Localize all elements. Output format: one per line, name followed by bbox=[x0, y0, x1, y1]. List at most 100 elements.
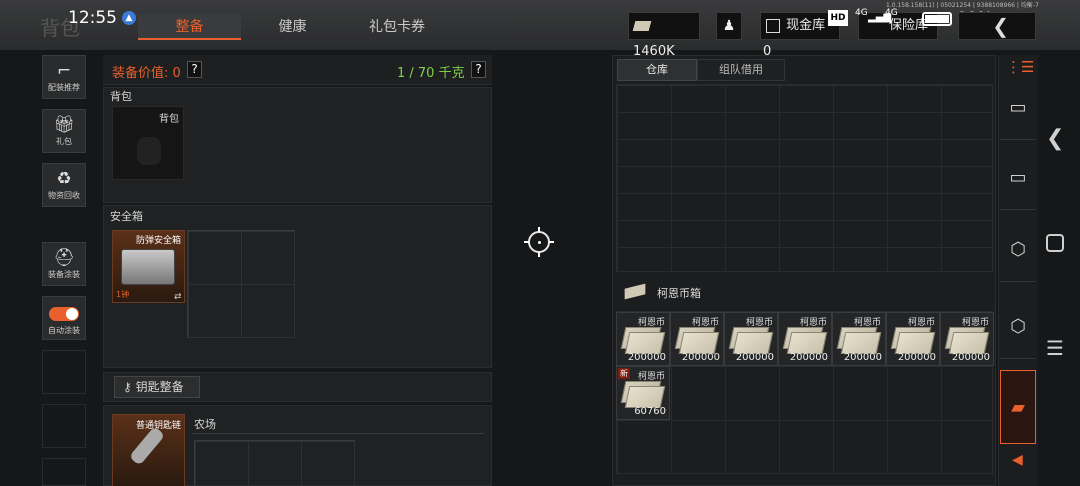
backpack-slot[interactable]: 背包 bbox=[112, 106, 184, 180]
coin-item[interactable]: 柯恩币 200000 bbox=[940, 312, 994, 366]
version-text: 1.0.158.158(11) | 05021254 | 9388108966 … bbox=[886, 2, 1039, 9]
coin-item[interactable]: 柯恩币 200000 bbox=[832, 312, 886, 366]
notification-icon: ▲ bbox=[122, 11, 136, 25]
empty-slot bbox=[42, 458, 86, 486]
grid-cell[interactable] bbox=[188, 231, 242, 285]
coin-name: 柯恩币 bbox=[691, 318, 719, 328]
key-section-bar: ⚷ 钥匙整备 bbox=[103, 372, 492, 402]
battery-icon bbox=[922, 12, 952, 26]
equipment-paint-button[interactable]: ⛑ 装备涂装 bbox=[42, 242, 86, 286]
material-recycle-label: 物资回收 bbox=[48, 191, 80, 200]
banknote-icon bbox=[632, 20, 652, 31]
grid-cell[interactable] bbox=[248, 441, 302, 486]
coin-amount: 200000 bbox=[681, 352, 720, 363]
new-badge: 新 bbox=[618, 368, 630, 379]
coin-amount: 200000 bbox=[735, 352, 774, 363]
cash-vault-label: 现金库 bbox=[786, 18, 826, 33]
trader-button[interactable]: ♟ bbox=[716, 12, 742, 40]
coin-name: 柯恩币 bbox=[853, 318, 881, 328]
tab-team-borrow[interactable]: 组队借用 bbox=[697, 59, 785, 81]
gun-icon: ⌐ bbox=[56, 61, 72, 81]
coin-amount: 200000 bbox=[843, 352, 882, 363]
coin-amount: 200000 bbox=[789, 352, 828, 363]
key-grid bbox=[194, 440, 355, 486]
coin-item[interactable]: 柯恩币 200000 bbox=[886, 312, 940, 366]
coin-name: 柯恩币 bbox=[745, 318, 773, 328]
coin-name: 柯恩币 bbox=[799, 318, 827, 328]
toggle-icon bbox=[49, 307, 79, 321]
key-map-line bbox=[192, 433, 484, 434]
rail-container-button[interactable]: ▭ bbox=[1000, 76, 1036, 140]
grid-cell[interactable] bbox=[195, 441, 249, 486]
tab-gift-cards[interactable]: 礼包卡券 bbox=[344, 14, 450, 40]
tab-health[interactable]: 健康 bbox=[241, 14, 344, 40]
system-menu-icon[interactable]: ☰ bbox=[1046, 336, 1064, 360]
gift-button[interactable]: 🎁︎ 礼包 bbox=[42, 109, 86, 153]
coin-name: 柯恩币 bbox=[637, 318, 665, 328]
warehouse-grid bbox=[616, 84, 993, 272]
rail-money-button[interactable]: ▰ bbox=[1000, 370, 1036, 444]
status-time: 12:55 bbox=[68, 8, 117, 28]
helmet-icon: ⛑ bbox=[53, 248, 75, 268]
key-icon: ⚷ bbox=[123, 380, 132, 394]
gift-label: 礼包 bbox=[56, 137, 72, 146]
crosshair-icon bbox=[524, 227, 554, 257]
grid-cell[interactable] bbox=[241, 284, 295, 338]
loadout-recommend-button[interactable]: ⌐ 配装推荐 bbox=[42, 55, 86, 99]
empty-slot bbox=[42, 404, 86, 448]
material-recycle-button[interactable]: ♻ 物资回收 bbox=[42, 163, 86, 207]
rail-box-button[interactable]: ⬡ bbox=[1000, 295, 1036, 359]
grid-cell[interactable] bbox=[241, 231, 295, 285]
container-icon: ▭ bbox=[1009, 97, 1027, 118]
signal-icon: ▂▄▆ bbox=[868, 12, 892, 23]
box-icon: ⬡ bbox=[1010, 239, 1026, 260]
equipment-paint-label: 装备涂装 bbox=[48, 270, 80, 279]
system-home-icon[interactable] bbox=[1046, 234, 1064, 252]
backpack-icon bbox=[137, 137, 161, 165]
coin-box-label: 柯恩币箱 bbox=[657, 287, 701, 300]
swap-icon[interactable]: ⇄ bbox=[174, 292, 182, 302]
container-icon: ▭ bbox=[1009, 167, 1027, 188]
backpack-slot-label: 背包 bbox=[159, 114, 179, 125]
coin-item[interactable]: 柯恩币 200000 bbox=[670, 312, 724, 366]
safe-box-icon bbox=[121, 249, 175, 285]
net-label-1: 4G bbox=[855, 8, 868, 18]
coin-name: 柯恩币 bbox=[637, 372, 665, 382]
money-icon: ▰ bbox=[1011, 397, 1025, 418]
rail-container-button[interactable]: ▭ bbox=[1000, 146, 1036, 210]
coin-item[interactable]: 柯恩币 200000 bbox=[778, 312, 832, 366]
key-outfit-button[interactable]: ⚷ 钥匙整备 bbox=[114, 376, 200, 398]
grid-cell[interactable] bbox=[301, 441, 355, 486]
key-map-label: 农场 bbox=[194, 418, 216, 431]
coin-name: 柯恩币 bbox=[907, 318, 935, 328]
coin-amount: 60760 bbox=[634, 406, 666, 417]
cash-vault-icon bbox=[766, 18, 780, 33]
rail-box-button[interactable]: ⬡ bbox=[1000, 218, 1036, 282]
coin-item[interactable]: 柯恩币 200000 bbox=[724, 312, 778, 366]
recycle-icon: ♻ bbox=[56, 169, 72, 189]
tab-outfit[interactable]: 整备 bbox=[138, 14, 241, 40]
system-back-icon[interactable]: ❮ bbox=[1046, 126, 1064, 151]
coin-item[interactable]: 新柯恩币 60760 bbox=[616, 366, 670, 420]
grid-cell[interactable] bbox=[188, 284, 242, 338]
key-chain-item[interactable]: 普通钥匙链 bbox=[112, 414, 185, 486]
loadout-recommend-label: 配装推荐 bbox=[48, 83, 80, 92]
weight-help-button[interactable]: ? bbox=[471, 61, 486, 78]
auto-paint-toggle[interactable]: 自动涂装 bbox=[42, 296, 86, 340]
currency-display: 1460K bbox=[628, 12, 700, 59]
value-help-button[interactable]: ? bbox=[187, 61, 202, 78]
coin-item[interactable]: 柯恩币 200000 bbox=[616, 312, 670, 366]
rail-collapse-icon[interactable]: ◀ bbox=[1012, 452, 1023, 468]
box-icon: ⬡ bbox=[1010, 316, 1026, 337]
hd-badge: HD bbox=[828, 10, 848, 26]
auto-paint-label: 自动涂装 bbox=[48, 326, 80, 335]
safe-box-grid bbox=[187, 230, 295, 338]
backpack-section: 背包 背包 bbox=[103, 87, 492, 203]
gift-icon: 🎁︎ bbox=[53, 115, 75, 135]
sort-icon[interactable]: ⋮☰ bbox=[1006, 58, 1034, 76]
back-button[interactable]: ❮ bbox=[958, 12, 1036, 40]
tab-warehouse[interactable]: 仓库 bbox=[617, 59, 697, 81]
key-chain-section: 普通钥匙链 农场 bbox=[103, 405, 492, 486]
backpack-section-title: 背包 bbox=[110, 90, 132, 103]
coin-amount: 200000 bbox=[627, 352, 666, 363]
